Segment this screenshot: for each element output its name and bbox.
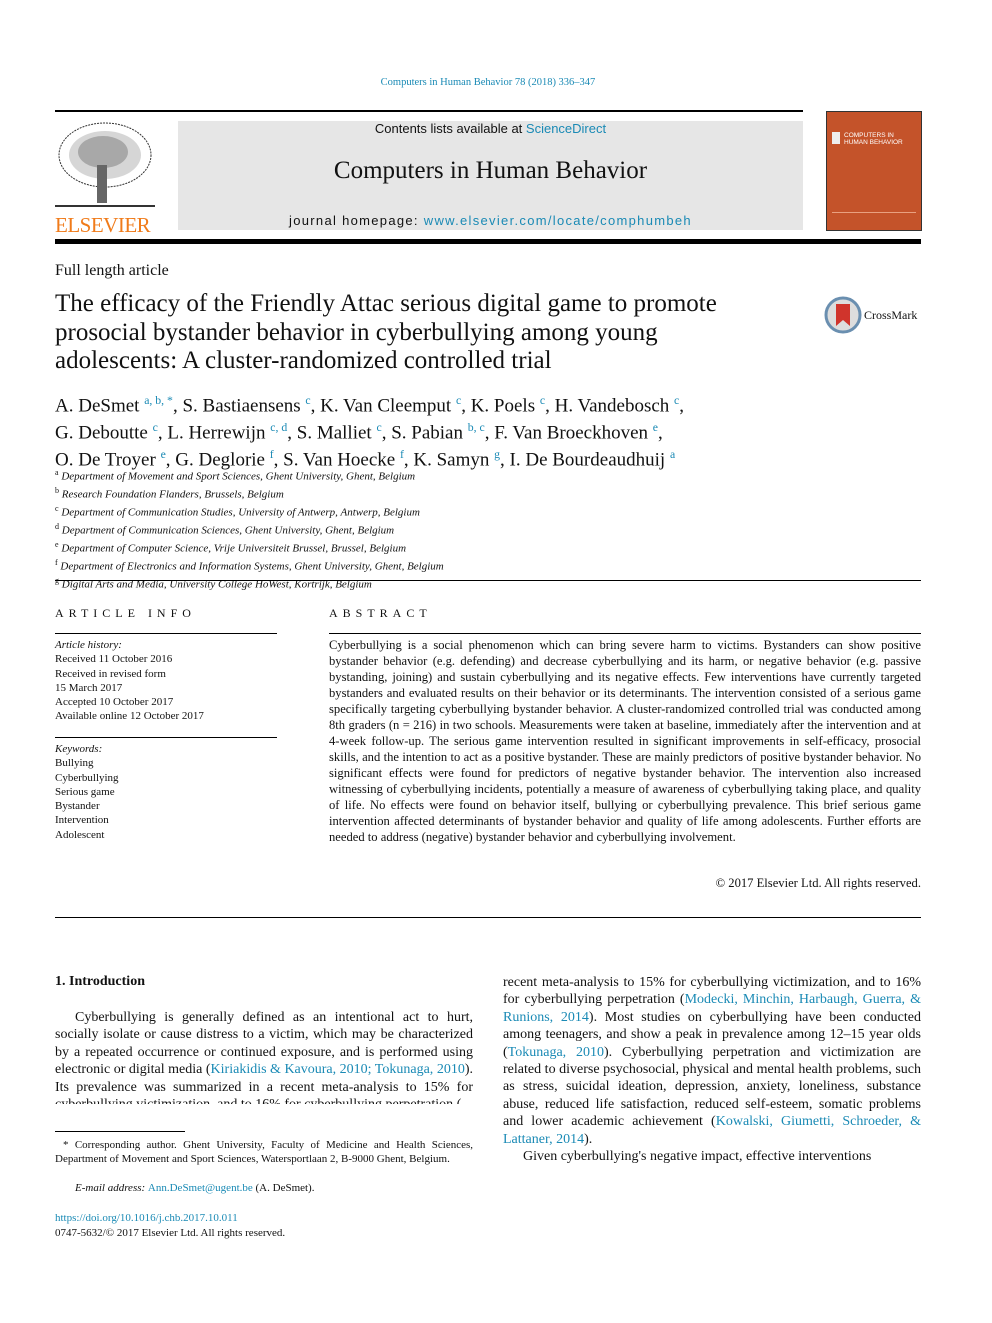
divider — [55, 580, 921, 581]
elsevier-wordmark: ELSEVIER — [55, 213, 151, 237]
author-affiliation-marker[interactable]: c — [674, 394, 679, 407]
history-item: Received in revised form — [55, 667, 166, 680]
author-affiliation-marker[interactable]: c — [305, 394, 310, 407]
author-name[interactable]: S. Pabian — [391, 422, 463, 443]
citation-link[interactable]: Kiriakidis & Kavoura, 2010; Tokunaga, 20… — [211, 1062, 465, 1077]
author-name[interactable]: F. Van Broeckhoven — [494, 422, 648, 443]
author-name[interactable]: K. Poels — [471, 395, 535, 416]
history-item: Received 11 October 2016 — [55, 653, 173, 666]
citation-link[interactable]: Tokunaga, 2010 — [508, 1045, 604, 1060]
intro-heading: 1. Introduction — [55, 974, 145, 989]
abstract-text: Cyberbullying is a social phenomenon whi… — [329, 638, 921, 844]
journal-citation[interactable]: Computers in Human Behavior 78 (2018) 33… — [0, 77, 976, 88]
intro-paragraph-col2: recent meta-analysis to 15% for cyberbul… — [503, 975, 922, 1165]
author-name[interactable]: S. Malliet — [297, 422, 372, 443]
author-name[interactable]: S. Bastiaensens — [182, 395, 300, 416]
email-link[interactable]: Ann.DeSmet@ugent.be — [148, 1182, 253, 1194]
affiliation-item: g Digital Arts and Media, University Col… — [55, 576, 372, 592]
paper-page: Computers in Human Behavior 78 (2018) 33… — [0, 0, 992, 1323]
homepage-link[interactable]: www.elsevier.com/locate/comphumbeh — [424, 213, 692, 228]
email-line: E-mail address: Ann.DeSmet@ugent.be (A. … — [75, 1182, 315, 1194]
crossmark-icon — [824, 296, 862, 334]
issn-line: 0747-5632/© 2017 Elsevier Ltd. All right… — [55, 1227, 286, 1239]
abstract-heading: ABSTRACT — [329, 606, 432, 620]
author-affiliation-marker[interactable]: b, c — [468, 421, 485, 434]
journal-cover[interactable]: COMPUTERS IN HUMAN BEHAVIOR — [826, 111, 922, 231]
author-affiliation-marker[interactable]: c — [456, 394, 461, 407]
author-affiliation-marker[interactable]: g — [494, 448, 500, 461]
affiliation-item: f Department of Electronics and Informat… — [55, 558, 444, 573]
history-item: Accepted 10 October 2017 — [55, 696, 174, 709]
article-type: Full length article — [55, 262, 169, 279]
intro-paragraph-col1: Cyberbullying is generally defined as an… — [55, 1010, 473, 1104]
divider — [55, 110, 803, 112]
author-affiliation-marker[interactable]: c — [540, 394, 545, 407]
copyright: © 2017 Elsevier Ltd. All rights reserved… — [715, 876, 921, 890]
crossmark-badge[interactable]: CrossMark — [824, 296, 917, 334]
affiliation-item: e Department of Computer Science, Vrije … — [55, 540, 407, 555]
affiliation-item: a Department of Movement and Sport Scien… — [55, 468, 416, 483]
homepage-line: journal homepage: www.elsevier.com/locat… — [289, 213, 692, 228]
sciencedirect-link[interactable]: ScienceDirect — [526, 121, 606, 136]
author-affiliation-marker[interactable]: c — [153, 421, 158, 434]
author-name[interactable]: G. Deboutte — [55, 422, 148, 443]
author-affiliation-marker[interactable]: e — [161, 448, 166, 461]
thick-divider — [55, 239, 921, 244]
author-affiliation-marker[interactable]: a — [670, 448, 675, 461]
author-name[interactable]: H. Vandebosch — [555, 395, 670, 416]
keyword-item: Adolescent — [55, 828, 105, 841]
intro-paragraph-2: Given cyberbullying's negative impact, e… — [523, 1149, 872, 1165]
keyword-item: Serious game — [55, 785, 115, 798]
author-list: A. DeSmet a, b, *, S. Bastiaensens c, K.… — [55, 394, 685, 471]
keyword-item: Intervention — [55, 814, 109, 827]
affiliations: a Department of Movement and Sport Scien… — [55, 466, 755, 592]
keyword-item: Bystander — [55, 800, 100, 813]
contents-line: Contents lists available at ScienceDirec… — [374, 121, 607, 136]
author-name[interactable]: A. DeSmet — [55, 395, 139, 416]
author-name[interactable]: K. Van Cleemput — [320, 395, 451, 416]
elsevier-logo: ELSEVIER — [55, 120, 155, 236]
article-title: The efficacy of the Friendly Attac serio… — [55, 290, 717, 374]
affiliation-item: d Department of Communication Sciences, … — [55, 522, 395, 537]
author-affiliation-marker[interactable]: f — [400, 448, 404, 461]
author-affiliation-marker[interactable]: e — [653, 421, 658, 434]
keyword-item: Cyberbullying — [55, 771, 119, 784]
author-name[interactable]: L. Herrewijn — [167, 422, 265, 443]
corresponding-footnote: * Corresponding author. Ghent University… — [55, 1139, 473, 1166]
history-item: 15 March 2017 — [55, 681, 123, 694]
doi-link[interactable]: https://doi.org/10.1016/j.chb.2017.10.01… — [55, 1211, 238, 1225]
tree-icon — [55, 122, 155, 207]
journal-title: Computers in Human Behavior — [333, 157, 648, 184]
history-label: Article history: — [55, 639, 122, 651]
author-affiliation-marker[interactable]: c — [376, 421, 381, 434]
keywords: Keywords: Bullying Cyberbullying Serious ga… — [55, 742, 277, 842]
author-affiliation-marker[interactable]: a, b, * — [144, 394, 173, 407]
author-affiliation-marker[interactable]: f — [270, 448, 274, 461]
keywords-label: Keywords: — [55, 743, 103, 755]
article-info-heading: ARTICLE INFO — [55, 606, 196, 620]
affiliation-item: b Research Foundation Flanders, Brussels… — [55, 486, 284, 501]
author-affiliation-marker[interactable]: c, d — [270, 421, 287, 434]
article-history: Article history: Received 11 October 2016… — [55, 638, 277, 724]
affiliation-item: c Department of Communication Studies, U… — [55, 504, 420, 519]
journal-banner: Contents lists available at ScienceDirec… — [178, 121, 803, 230]
history-item: Available online 12 October 2017 — [55, 710, 204, 723]
keyword-item: Bullying — [55, 757, 94, 770]
